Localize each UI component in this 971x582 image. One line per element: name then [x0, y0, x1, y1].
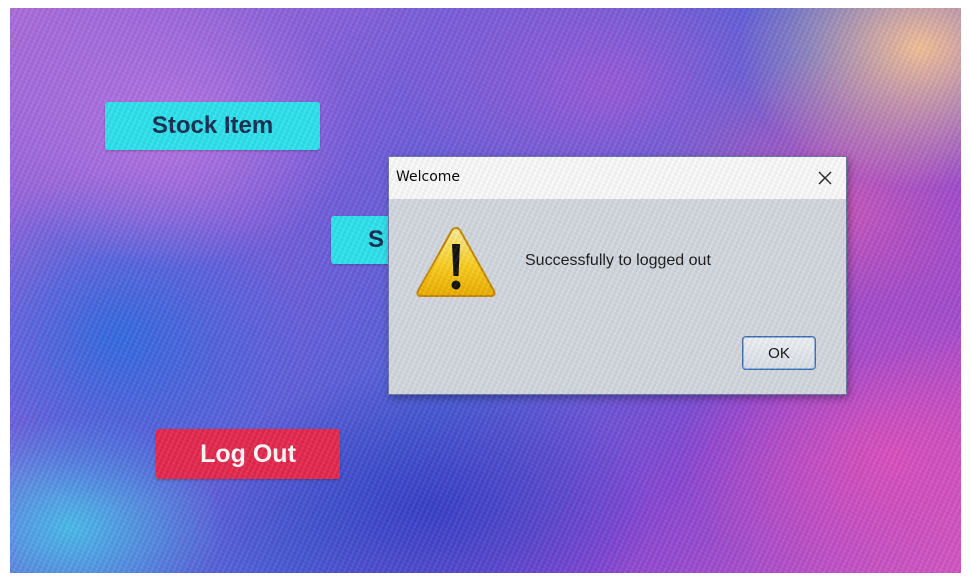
dialog-title: Welcome — [396, 169, 461, 185]
stock-item-button[interactable]: Stock Item — [105, 102, 320, 150]
log-out-button[interactable]: Log Out — [156, 429, 340, 479]
dialog-titlebar: Welcome — [389, 157, 846, 199]
app-window-background: Stock Item S Log Out Welcome Successfull… — [10, 8, 961, 573]
dialog-message: Successfully to logged out — [525, 252, 711, 269]
ok-button[interactable]: OK — [742, 336, 816, 370]
close-icon[interactable] — [810, 163, 840, 193]
warning-icon — [416, 226, 496, 297]
welcome-dialog: Welcome Successfully to logged out OK — [388, 156, 847, 395]
